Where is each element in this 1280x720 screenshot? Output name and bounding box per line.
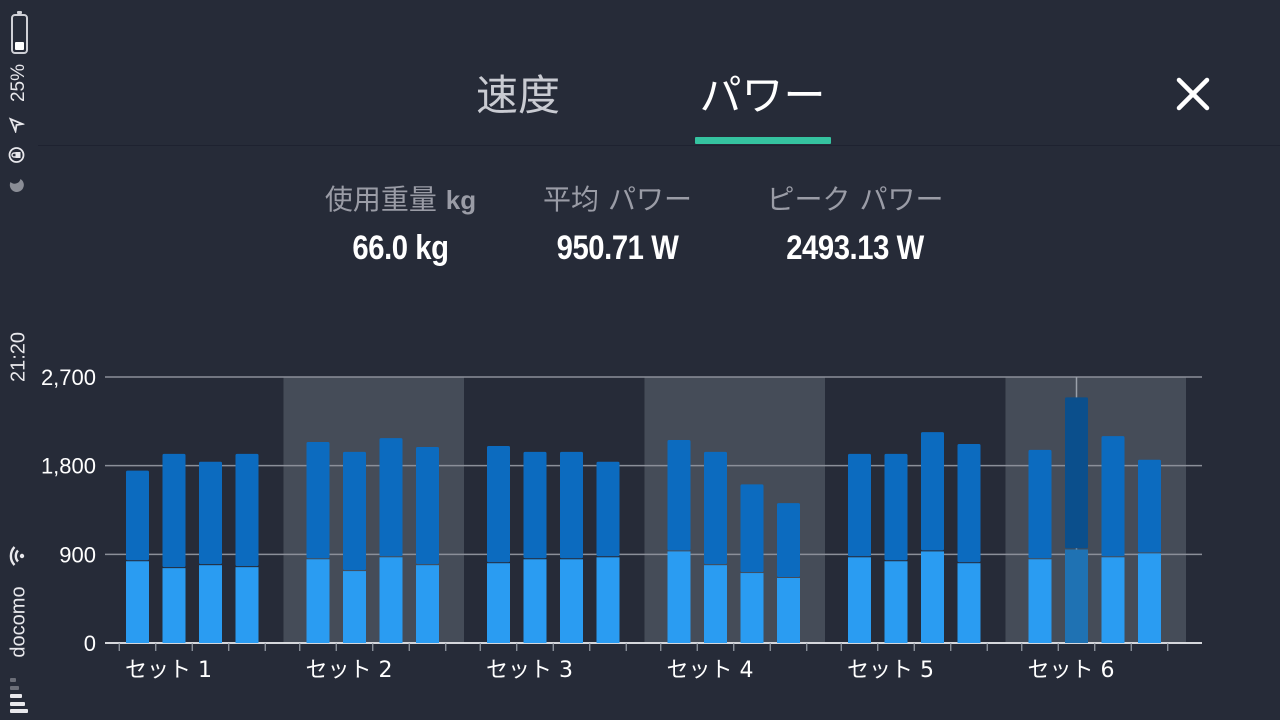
average-power-bar	[235, 567, 259, 643]
peak-power-bar	[235, 453, 259, 567]
average-power-bar	[921, 551, 944, 643]
average-power-bar	[596, 557, 620, 643]
stat-weight-value: 66.0 kg	[352, 229, 449, 267]
stat-average-power: 平均 パワー 950.71 W	[530, 180, 705, 276]
peak-power-bar	[957, 443, 981, 563]
tab-selected-indicator	[695, 137, 831, 144]
set-band	[644, 377, 825, 643]
header: 速度 パワー	[38, 0, 1280, 146]
peak-power-bar	[704, 451, 727, 565]
carrier-name: docomo	[7, 586, 30, 658]
average-power-bar	[199, 565, 222, 643]
x-category-label: セット 4	[667, 658, 754, 683]
stat-peak-power: ピーク パワー 2493.13 W	[755, 180, 955, 276]
x-category-label: セット 3	[486, 658, 573, 683]
x-category-label: セット 5	[847, 658, 934, 683]
average-power-bar	[487, 563, 510, 643]
peak-power-bar	[343, 451, 366, 571]
y-tick-label: 0	[84, 631, 96, 656]
y-tick-label: 1,800	[41, 454, 96, 479]
average-power-bar	[704, 565, 727, 643]
peak-power-bar	[126, 470, 149, 561]
peak-power-bar	[1138, 459, 1161, 553]
average-power-bar	[343, 571, 366, 643]
close-icon	[1176, 77, 1210, 111]
battery-icon	[11, 11, 28, 54]
peak-power-bar	[523, 451, 547, 559]
set-band	[283, 377, 464, 643]
peak-power-bar	[777, 503, 800, 577]
peak-power-bar	[1028, 449, 1052, 559]
rotation-lock-icon	[8, 146, 31, 164]
peak-power-bar	[162, 453, 186, 568]
peak-power-bar	[379, 438, 403, 557]
average-power-bar	[126, 561, 149, 643]
peak-power-bar	[1101, 436, 1125, 557]
location-icon	[8, 117, 30, 135]
wifi-icon	[8, 545, 31, 567]
average-power-bar	[162, 568, 186, 643]
x-category-label: セット 6	[1028, 658, 1115, 683]
peak-power-bar	[596, 461, 620, 557]
peak-power-bar	[848, 453, 871, 557]
peak-power-bar	[199, 461, 222, 565]
average-power-bar	[1101, 557, 1125, 643]
peak-power-bar	[667, 440, 691, 551]
stat-average-power-value: 950.71 W	[556, 229, 679, 267]
peak-power-bar	[487, 445, 510, 563]
average-power-bar	[884, 561, 908, 643]
average-power-bar	[667, 551, 691, 643]
average-power-bar	[740, 573, 764, 643]
stat-peak-power-label: ピーク パワー	[766, 183, 944, 216]
average-power-bar	[1138, 553, 1161, 643]
close-button[interactable]	[1171, 72, 1215, 116]
x-category-label: セット 2	[306, 658, 393, 683]
average-power-bar	[523, 559, 547, 643]
average-power-bar	[560, 559, 583, 643]
stat-peak-power-value: 2493.13 W	[786, 229, 924, 267]
stat-weight-label: 使用重量 kg	[324, 183, 477, 216]
peak-power-bar	[306, 442, 330, 559]
moon-icon	[9, 177, 30, 193]
average-power-bar	[1065, 549, 1088, 643]
peak-power-bar	[884, 453, 908, 561]
average-power-bar	[777, 577, 800, 643]
average-power-bar	[1028, 559, 1052, 643]
peak-power-bar	[1065, 397, 1088, 549]
stat-weight: 使用重量 kg 66.0 kg	[318, 180, 483, 276]
average-power-bar	[848, 557, 871, 643]
stat-average-power-label: 平均 パワー	[543, 183, 692, 216]
status-bar: 25% 21:20 docomo	[0, 0, 38, 720]
average-power-bar	[379, 557, 403, 643]
clock: 21:20	[7, 331, 30, 383]
x-category-label: セット 1	[125, 658, 212, 683]
peak-power-bar	[416, 446, 439, 565]
battery-percent: 25%	[8, 63, 29, 103]
peak-power-bar	[921, 432, 944, 551]
y-tick-label: 2,700	[41, 365, 96, 390]
set-band	[1005, 377, 1186, 643]
peak-power-bar	[560, 451, 583, 559]
average-power-bar	[306, 559, 330, 643]
tab-power[interactable]: パワー	[690, 70, 835, 122]
signal-strength-icon	[10, 676, 30, 714]
tab-speed[interactable]: 速度	[468, 70, 568, 122]
average-power-bar	[957, 563, 981, 643]
y-tick-label: 900	[59, 542, 96, 567]
peak-power-bar	[740, 484, 764, 573]
average-power-bar	[416, 565, 439, 643]
